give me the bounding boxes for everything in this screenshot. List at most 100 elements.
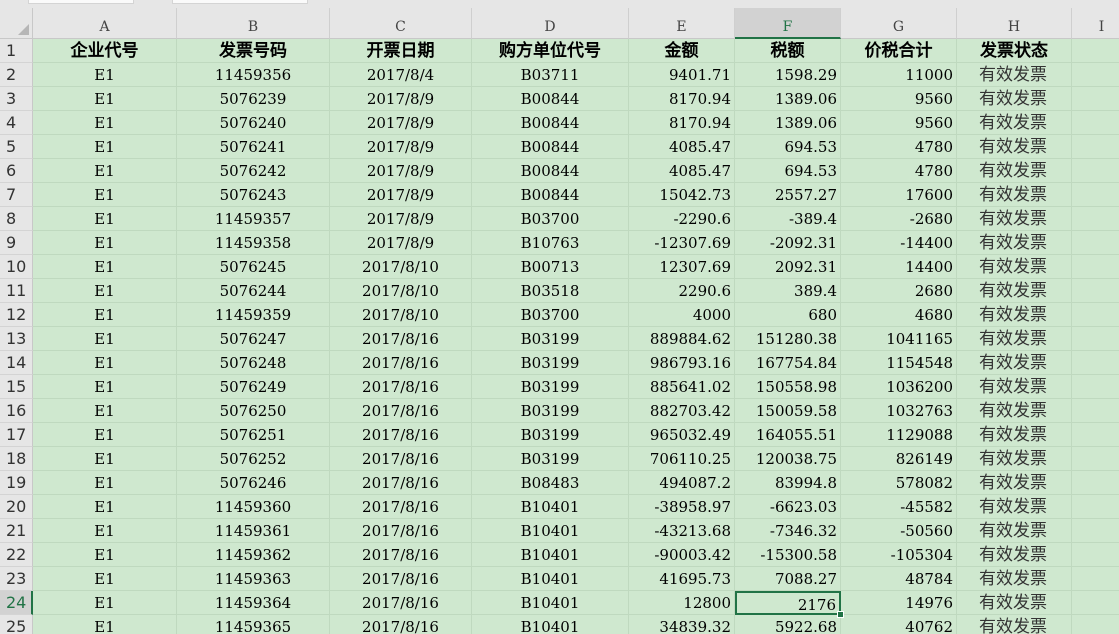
cell-h10[interactable]: 有效发票: [957, 255, 1072, 279]
cell-h11[interactable]: 有效发票: [957, 279, 1072, 303]
cell-f22[interactable]: -15300.58: [735, 543, 841, 567]
cell-g3[interactable]: 9560: [841, 87, 957, 111]
name-box-edge[interactable]: [28, 0, 134, 4]
column-header-f[interactable]: F: [735, 8, 841, 39]
cell-d22[interactable]: B10401: [472, 543, 629, 567]
cell-i1[interactable]: [1072, 39, 1119, 63]
cell-a11[interactable]: E1: [33, 279, 177, 303]
cell-f18[interactable]: 120038.75: [735, 447, 841, 471]
cell-h8[interactable]: 有效发票: [957, 207, 1072, 231]
cell-c4[interactable]: 2017/8/9: [330, 111, 472, 135]
cell-a24[interactable]: E1: [33, 591, 177, 615]
cell-c25[interactable]: 2017/8/16: [330, 615, 472, 634]
cell-d23[interactable]: B10401: [472, 567, 629, 591]
cell-b23[interactable]: 11459363: [177, 567, 330, 591]
cell-a10[interactable]: E1: [33, 255, 177, 279]
cell-e13[interactable]: 889884.62: [629, 327, 735, 351]
cell-f23[interactable]: 7088.27: [735, 567, 841, 591]
column-header-h[interactable]: H: [957, 8, 1072, 39]
cell-b2[interactable]: 11459356: [177, 63, 330, 87]
cell-d11[interactable]: B03518: [472, 279, 629, 303]
cell-b18[interactable]: 5076252: [177, 447, 330, 471]
cell-g18[interactable]: 826149: [841, 447, 957, 471]
cell-g21[interactable]: -50560: [841, 519, 957, 543]
cell-h12[interactable]: 有效发票: [957, 303, 1072, 327]
cell-f16[interactable]: 150059.58: [735, 399, 841, 423]
cell-e18[interactable]: 706110.25: [629, 447, 735, 471]
cell-i19[interactable]: [1072, 471, 1119, 495]
cell-g2[interactable]: 11000: [841, 63, 957, 87]
cell-c15[interactable]: 2017/8/16: [330, 375, 472, 399]
cell-i23[interactable]: [1072, 567, 1119, 591]
cell-d19[interactable]: B08483: [472, 471, 629, 495]
cell-g14[interactable]: 1154548: [841, 351, 957, 375]
cell-e7[interactable]: 15042.73: [629, 183, 735, 207]
cell-i17[interactable]: [1072, 423, 1119, 447]
cell-c19[interactable]: 2017/8/16: [330, 471, 472, 495]
cell-h3[interactable]: 有效发票: [957, 87, 1072, 111]
cell-g13[interactable]: 1041165: [841, 327, 957, 351]
cell-f20[interactable]: -6623.03: [735, 495, 841, 519]
cell-b5[interactable]: 5076241: [177, 135, 330, 159]
cell-a4[interactable]: E1: [33, 111, 177, 135]
cell-d20[interactable]: B10401: [472, 495, 629, 519]
cell-h4[interactable]: 有效发票: [957, 111, 1072, 135]
cell-f1[interactable]: 税额: [735, 39, 841, 63]
cell-c13[interactable]: 2017/8/16: [330, 327, 472, 351]
cell-g1[interactable]: 价税合计: [841, 39, 957, 63]
row-header-9[interactable]: 9: [0, 231, 33, 255]
row-header-15[interactable]: 15: [0, 375, 33, 399]
cell-h16[interactable]: 有效发票: [957, 399, 1072, 423]
row-header-20[interactable]: 20: [0, 495, 33, 519]
cell-b15[interactable]: 5076249: [177, 375, 330, 399]
cell-h20[interactable]: 有效发票: [957, 495, 1072, 519]
cell-d1[interactable]: 购方单位代号: [472, 39, 629, 63]
cell-d5[interactable]: B00844: [472, 135, 629, 159]
cell-a8[interactable]: E1: [33, 207, 177, 231]
row-header-5[interactable]: 5: [0, 135, 33, 159]
cell-g15[interactable]: 1036200: [841, 375, 957, 399]
cell-c9[interactable]: 2017/8/9: [330, 231, 472, 255]
cell-e8[interactable]: -2290.6: [629, 207, 735, 231]
cell-g25[interactable]: 40762: [841, 615, 957, 634]
cell-g19[interactable]: 578082: [841, 471, 957, 495]
row-header-7[interactable]: 7: [0, 183, 33, 207]
cell-d18[interactable]: B03199: [472, 447, 629, 471]
cell-c23[interactable]: 2017/8/16: [330, 567, 472, 591]
cell-a16[interactable]: E1: [33, 399, 177, 423]
row-header-25[interactable]: 25: [0, 615, 33, 634]
row-header-14[interactable]: 14: [0, 351, 33, 375]
cell-a9[interactable]: E1: [33, 231, 177, 255]
cell-c5[interactable]: 2017/8/9: [330, 135, 472, 159]
column-header-g[interactable]: G: [841, 8, 957, 39]
cell-c18[interactable]: 2017/8/16: [330, 447, 472, 471]
cell-b1[interactable]: 发票号码: [177, 39, 330, 63]
cell-h9[interactable]: 有效发票: [957, 231, 1072, 255]
cell-c24[interactable]: 2017/8/16: [330, 591, 472, 615]
row-header-17[interactable]: 17: [0, 423, 33, 447]
cell-b22[interactable]: 11459362: [177, 543, 330, 567]
cell-e4[interactable]: 8170.94: [629, 111, 735, 135]
cell-a7[interactable]: E1: [33, 183, 177, 207]
column-header-e[interactable]: E: [629, 8, 735, 39]
cell-a12[interactable]: E1: [33, 303, 177, 327]
cell-f21[interactable]: -7346.32: [735, 519, 841, 543]
cell-g22[interactable]: -105304: [841, 543, 957, 567]
cell-i6[interactable]: [1072, 159, 1119, 183]
cell-i16[interactable]: [1072, 399, 1119, 423]
cell-h7[interactable]: 有效发票: [957, 183, 1072, 207]
cell-c7[interactable]: 2017/8/9: [330, 183, 472, 207]
cell-d13[interactable]: B03199: [472, 327, 629, 351]
column-header-i[interactable]: I: [1072, 8, 1119, 39]
cell-b8[interactable]: 11459357: [177, 207, 330, 231]
cell-d17[interactable]: B03199: [472, 423, 629, 447]
cell-f5[interactable]: 694.53: [735, 135, 841, 159]
cell-f24[interactable]: 2176: [735, 591, 841, 615]
row-header-21[interactable]: 21: [0, 519, 33, 543]
row-header-18[interactable]: 18: [0, 447, 33, 471]
cell-g20[interactable]: -45582: [841, 495, 957, 519]
cell-b7[interactable]: 5076243: [177, 183, 330, 207]
column-header-c[interactable]: C: [330, 8, 472, 39]
row-header-24[interactable]: 24: [0, 591, 33, 615]
row-header-13[interactable]: 13: [0, 327, 33, 351]
